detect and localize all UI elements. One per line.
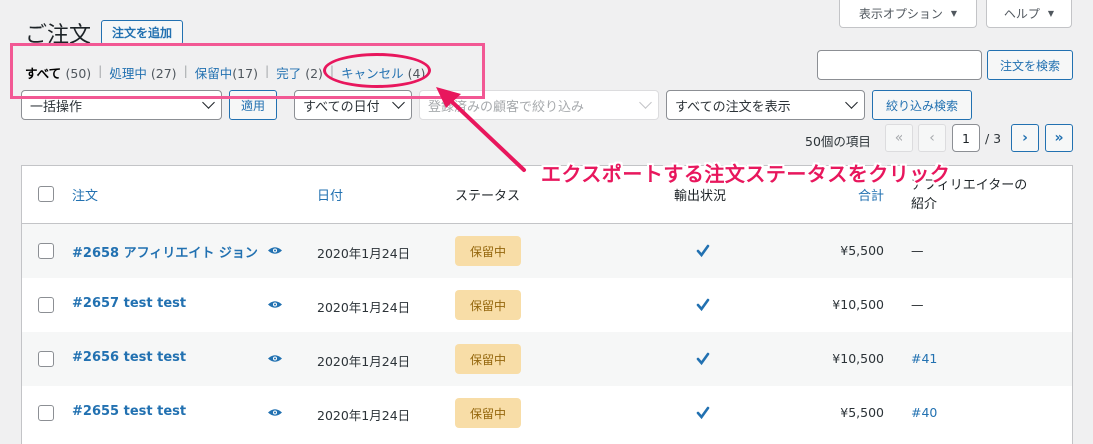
eye-icon[interactable] — [268, 246, 282, 255]
help-label: ヘルプ — [1003, 7, 1040, 21]
filter-button[interactable]: 絞り込み検索 — [872, 90, 972, 120]
order-search-input[interactable] — [817, 50, 982, 80]
eye-icon[interactable] — [268, 300, 282, 309]
referral-link[interactable]: #41 — [911, 351, 937, 366]
column-order[interactable]: 注文 — [72, 185, 98, 204]
status-badge: 保留中 — [455, 398, 521, 428]
table-row: #2656 test test 2020年1月24日 保留中 ¥10,500 #… — [22, 332, 1072, 386]
order-date: 2020年1月24日 — [317, 300, 411, 315]
referral-value: — — [911, 297, 924, 312]
help-button[interactable]: ヘルプ ▼ — [986, 0, 1072, 28]
total-pages: / 3 — [985, 131, 1002, 146]
column-shipping: 輸出状況 — [674, 189, 727, 204]
order-total: ¥5,500 — [840, 243, 884, 258]
orders-table: 注文 日付 ステータス 輸出状況 合計 アフィリエイターの 紹介 #2658 ア… — [21, 165, 1073, 444]
next-page-button[interactable]: › — [1011, 124, 1039, 152]
status-badge: 保留中 — [455, 236, 521, 266]
checkmark-icon — [696, 406, 710, 420]
order-total: ¥10,500 — [832, 351, 884, 366]
status-badge: 保留中 — [455, 344, 521, 374]
referral-value: — — [911, 243, 924, 258]
prev-page-button[interactable]: ‹ — [918, 124, 946, 152]
highlight-ellipse — [323, 53, 431, 88]
caret-down-icon: ▼ — [950, 9, 958, 18]
caret-down-icon: ▼ — [1047, 9, 1055, 18]
item-count: 50個の項目 — [805, 134, 871, 149]
column-status: ステータス — [455, 189, 521, 204]
order-link[interactable]: #2655 test test — [72, 404, 186, 419]
order-total: ¥5,500 — [840, 405, 884, 420]
table-row: #2657 test test 2020年1月24日 保留中 ¥10,500 — — [22, 278, 1072, 332]
checkmark-icon — [696, 244, 710, 258]
chevron-down-icon — [845, 96, 858, 109]
referral-link[interactable]: #40 — [911, 405, 937, 420]
add-order-button[interactable]: 注文を追加 — [101, 20, 183, 45]
row-checkbox[interactable] — [38, 243, 54, 259]
screen-options-label: 表示オプション — [858, 7, 943, 21]
table-row: #2655 test test 2020年1月24日 保留中 ¥5,500 #4… — [22, 386, 1072, 440]
screen-options-button[interactable]: 表示オプション ▼ — [839, 0, 977, 28]
order-type-select[interactable]: すべての注文を表示 — [666, 90, 865, 120]
status-badge: 保留中 — [455, 290, 521, 320]
row-checkbox[interactable] — [38, 405, 54, 421]
checkmark-icon — [696, 298, 710, 312]
search-orders-button[interactable]: 注文を検索 — [987, 50, 1073, 80]
first-page-button[interactable]: « — [885, 124, 913, 152]
order-link[interactable]: #2657 test test — [72, 296, 186, 311]
eye-icon[interactable] — [268, 354, 282, 363]
checkmark-icon — [696, 352, 710, 366]
column-total[interactable]: 合計 — [858, 185, 884, 204]
order-date: 2020年1月24日 — [317, 408, 411, 423]
eye-icon[interactable] — [268, 408, 282, 417]
column-date[interactable]: 日付 — [317, 185, 343, 204]
order-date: 2020年1月24日 — [317, 246, 411, 261]
current-page-input[interactable]: 1 — [952, 124, 980, 152]
table-row: #2658 アフィリエイト ジョン 2020年1月24日 保留中 ¥5,500 … — [22, 224, 1072, 278]
row-checkbox[interactable] — [38, 297, 54, 313]
order-total: ¥10,500 — [832, 297, 884, 312]
annotation-callout: エクスポートする注文ステータスをクリック — [541, 162, 951, 186]
order-date: 2020年1月24日 — [317, 354, 411, 369]
order-link[interactable]: #2656 test test — [72, 350, 186, 365]
order-link[interactable]: #2658 アフィリエイト ジョン — [72, 242, 258, 261]
row-checkbox[interactable] — [38, 351, 54, 367]
select-all-checkbox[interactable] — [38, 186, 54, 202]
last-page-button[interactable]: » — [1045, 124, 1073, 152]
chevron-down-icon — [639, 96, 652, 109]
